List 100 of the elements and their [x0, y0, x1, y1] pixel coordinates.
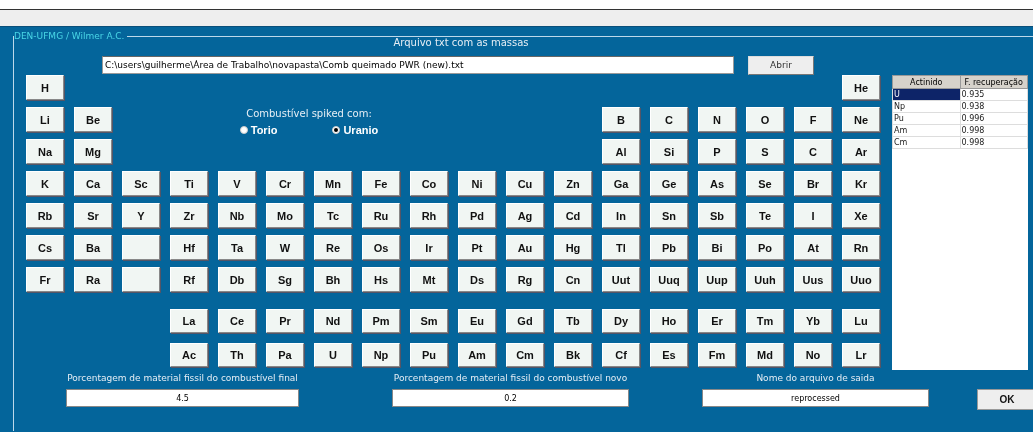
element-button[interactable]: As: [698, 171, 736, 196]
element-button[interactable]: Eu: [458, 309, 496, 333]
element-button[interactable]: Os: [362, 235, 400, 260]
element-button[interactable]: He: [842, 75, 880, 100]
column-header[interactable]: Actinido: [892, 75, 960, 89]
element-button[interactable]: Ds: [458, 267, 496, 292]
element-button[interactable]: Rh: [410, 203, 448, 228]
element-button[interactable]: Co: [410, 171, 448, 196]
element-button[interactable]: Np: [362, 343, 400, 367]
table-cell[interactable]: Pu: [892, 112, 960, 125]
element-button[interactable]: Po: [746, 235, 784, 260]
table-cell[interactable]: Np: [892, 100, 960, 113]
element-button[interactable]: Rb: [26, 203, 64, 228]
element-button[interactable]: Kr: [842, 171, 880, 196]
element-button[interactable]: Mg: [74, 139, 112, 164]
element-button[interactable]: Dy: [602, 309, 640, 333]
element-button[interactable]: Pd: [458, 203, 496, 228]
element-button[interactable]: Cf: [602, 343, 640, 367]
element-button[interactable]: Xe: [842, 203, 880, 228]
element-button[interactable]: Cn: [554, 267, 592, 292]
element-button[interactable]: Am: [458, 343, 496, 367]
element-button[interactable]: B: [602, 107, 640, 132]
element-button[interactable]: Ne: [842, 107, 880, 132]
element-button[interactable]: Se: [746, 171, 784, 196]
element-button[interactable]: Bh: [314, 267, 352, 292]
element-button[interactable]: Tb: [554, 309, 592, 333]
element-button[interactable]: Ca: [74, 171, 112, 196]
radio-option[interactable]: Torio: [239, 124, 278, 136]
column-header[interactable]: F. recuperação: [960, 75, 1028, 89]
element-button[interactable]: Tl: [602, 235, 640, 260]
table-cell[interactable]: 0.996: [960, 112, 1028, 125]
element-button[interactable]: Pb: [650, 235, 688, 260]
element-button[interactable]: Be: [74, 107, 112, 132]
element-button[interactable]: O: [746, 107, 784, 132]
element-button[interactable]: Pr: [266, 309, 304, 333]
element-button[interactable]: Sm: [410, 309, 448, 333]
element-button[interactable]: Yb: [794, 309, 832, 333]
element-button[interactable]: Ho: [650, 309, 688, 333]
element-button[interactable]: Ac: [170, 343, 208, 367]
blank-button[interactable]: [122, 267, 160, 292]
element-button[interactable]: Cr: [266, 171, 304, 196]
element-button[interactable]: F: [794, 107, 832, 132]
element-button[interactable]: C: [650, 107, 688, 132]
radio-option[interactable]: Uranio: [332, 124, 379, 136]
table-cell[interactable]: 0.998: [960, 136, 1028, 149]
table-cell[interactable]: Am: [892, 124, 960, 137]
element-button[interactable]: U: [314, 343, 352, 367]
element-button[interactable]: K: [26, 171, 64, 196]
element-button[interactable]: Sr: [74, 203, 112, 228]
element-button[interactable]: Es: [650, 343, 688, 367]
element-button[interactable]: Uuo: [842, 267, 880, 292]
element-button[interactable]: Ni: [458, 171, 496, 196]
element-button[interactable]: No: [794, 343, 832, 367]
file-path-field[interactable]: C:\users\guilherme\Área de Trabalho\novapasta\Comb queimado PWR (new).txt: [102, 56, 734, 74]
element-button[interactable]: Bi: [698, 235, 736, 260]
element-button[interactable]: Y: [122, 203, 160, 228]
element-button[interactable]: Pa: [266, 343, 304, 367]
element-button[interactable]: Li: [26, 107, 64, 132]
element-button[interactable]: Rf: [170, 267, 208, 292]
element-button[interactable]: Mn: [314, 171, 352, 196]
element-button[interactable]: Pm: [362, 309, 400, 333]
element-button[interactable]: Na: [26, 139, 64, 164]
element-button[interactable]: Cu: [506, 171, 544, 196]
element-button[interactable]: Au: [506, 235, 544, 260]
element-button[interactable]: Mt: [410, 267, 448, 292]
table-cell[interactable]: Cm: [892, 136, 960, 149]
table-cell[interactable]: 0.998: [960, 124, 1028, 137]
element-button[interactable]: I: [794, 203, 832, 228]
element-button[interactable]: Cm: [506, 343, 544, 367]
element-button[interactable]: Cs: [26, 235, 64, 260]
element-button[interactable]: Ta: [218, 235, 256, 260]
element-button[interactable]: Ag: [506, 203, 544, 228]
element-button[interactable]: Uus: [794, 267, 832, 292]
element-button[interactable]: V: [218, 171, 256, 196]
element-button[interactable]: Ir: [410, 235, 448, 260]
element-button[interactable]: Lr: [842, 343, 880, 367]
element-button[interactable]: Br: [794, 171, 832, 196]
element-button[interactable]: Cd: [554, 203, 592, 228]
element-button[interactable]: At: [794, 235, 832, 260]
blank-button[interactable]: [122, 235, 160, 260]
element-button[interactable]: Ba: [74, 235, 112, 260]
element-button[interactable]: Rg: [506, 267, 544, 292]
element-button[interactable]: C: [794, 139, 832, 164]
element-button[interactable]: P: [698, 139, 736, 164]
element-button[interactable]: La: [170, 309, 208, 333]
element-button[interactable]: Db: [218, 267, 256, 292]
element-button[interactable]: Ti: [170, 171, 208, 196]
element-button[interactable]: Zr: [170, 203, 208, 228]
element-button[interactable]: Uuh: [746, 267, 784, 292]
output-field[interactable]: 0.2: [392, 389, 629, 407]
element-button[interactable]: Gd: [506, 309, 544, 333]
element-button[interactable]: Hs: [362, 267, 400, 292]
element-button[interactable]: Pt: [458, 235, 496, 260]
element-button[interactable]: Sg: [266, 267, 304, 292]
element-button[interactable]: N: [698, 107, 736, 132]
element-button[interactable]: W: [266, 235, 304, 260]
element-button[interactable]: Uut: [602, 267, 640, 292]
output-field[interactable]: 4.5: [66, 389, 299, 407]
element-button[interactable]: Hg: [554, 235, 592, 260]
element-button[interactable]: S: [746, 139, 784, 164]
